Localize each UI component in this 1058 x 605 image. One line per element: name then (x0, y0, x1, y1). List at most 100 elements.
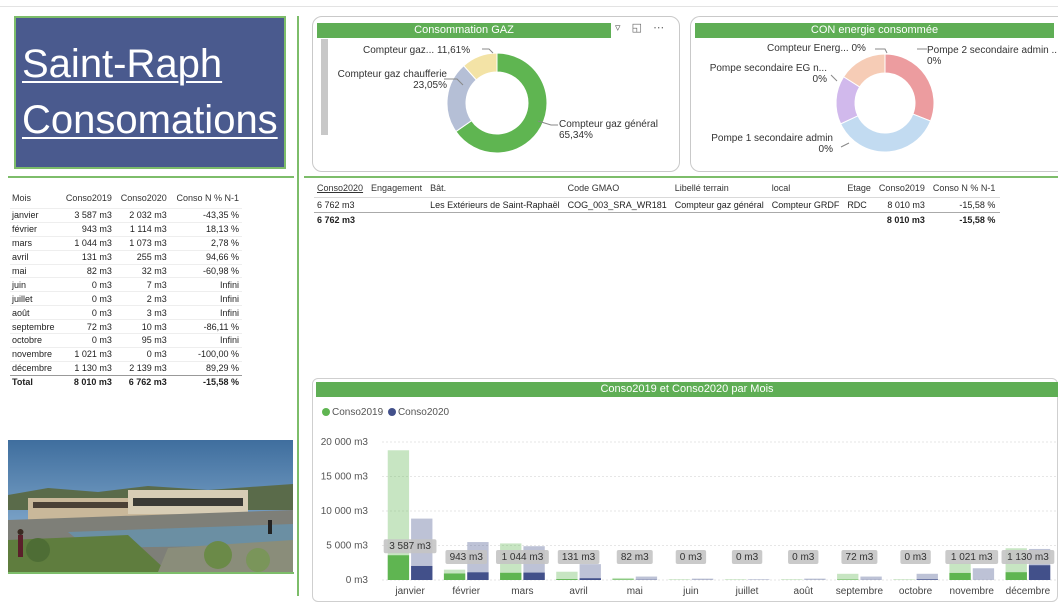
bar-conso2019[interactable] (949, 572, 971, 580)
energie-slice-label-2: Pompe 1 secondaire admin 0% (711, 133, 833, 155)
cell-conso2020: 32 m3 (114, 263, 170, 278)
cell-mois: février (10, 221, 61, 237)
table-row[interactable]: novembre 1 021 m3 0 m3 -100,00 % (10, 346, 242, 362)
bar-conso2020[interactable] (467, 572, 489, 580)
col-header-variation[interactable]: Conso N % N-1 (170, 192, 242, 209)
cell-conso2020: 6 762 m3 (314, 197, 369, 213)
table-row[interactable]: juin 0 m3 7 m3 Infini (10, 277, 242, 292)
total-cell: -15,58 % (169, 374, 242, 389)
y-tick-label: 15 000 m3 (321, 472, 369, 483)
legend-item-conso2020[interactable]: Conso2020 (387, 407, 449, 418)
table-row[interactable]: mai 82 m3 32 m3 -60,98 % (10, 263, 242, 278)
gaz-slice-label-2: Compteur gaz chaufferie 23,05% (337, 69, 447, 91)
cell-variation: 18,13 % (169, 221, 242, 237)
col-header-bat[interactable]: Bât. (427, 182, 565, 198)
cell-variation: Infini (169, 277, 242, 292)
col-header-conso2019[interactable]: Conso2019 (60, 192, 115, 209)
monthly-consumption-table[interactable]: Mois Conso2019 Conso2020 Conso N % N-1 j… (10, 192, 242, 389)
cell-conso2019: 1 021 m3 (60, 346, 115, 362)
bar-conso2020[interactable] (1028, 565, 1051, 580)
cell-conso2020: 1 073 m3 (114, 235, 170, 251)
bar-conso2019[interactable] (387, 555, 410, 580)
table-row[interactable]: janvier 3 587 m3 2 032 m3 -43,35 % (10, 208, 242, 223)
col-header-mois[interactable]: Mois (10, 192, 60, 209)
bar-conso2020[interactable] (411, 565, 433, 580)
col-header-code-gmao[interactable]: Code GMAO (565, 182, 672, 198)
cell-conso2019: 3 587 m3 (60, 208, 115, 223)
cell-conso2019: 943 m3 (60, 221, 115, 237)
col-header-conso2020[interactable]: Conso2020 (115, 192, 170, 209)
cell-conso2019: 0 m3 (60, 305, 115, 320)
data-label: 1 021 m3 (951, 552, 993, 563)
cell-mois: octobre (10, 333, 61, 348)
cell-code-gmao: COG_003_SRA_WR181 (564, 197, 672, 213)
bar-context-conso2019 (724, 579, 747, 580)
x-tick-label: février (452, 586, 480, 597)
data-label: 82 m3 (621, 552, 649, 563)
cell-conso2019: 1 130 m3 (60, 360, 115, 376)
col-header-engagement[interactable]: Engagement (368, 182, 427, 198)
cell-mois: juin (10, 277, 61, 292)
data-label: 72 m3 (846, 552, 874, 563)
bar-conso2020[interactable] (579, 578, 601, 580)
gaz-donut-panel[interactable]: Consommation GAZ ▿ ◱ ⋯ Compteur gaz... 1… (312, 16, 680, 172)
gaz-slice-label-3: Compteur gaz... 11,61% (363, 45, 471, 56)
cell-variation: 2,78 % (169, 235, 242, 251)
col-header-etage[interactable]: Etage (844, 182, 876, 198)
table-row[interactable]: février 943 m3 1 114 m3 18,13 % (10, 221, 242, 237)
y-tick-label: 20 000 m3 (321, 437, 369, 448)
table-row[interactable]: décembre 1 130 m3 2 139 m3 89,29 % (10, 360, 242, 376)
col-header-local[interactable]: local (769, 182, 845, 198)
table-row[interactable]: octobre 0 m3 95 m3 Infini (10, 333, 242, 348)
x-tick-label: septembre (836, 586, 884, 597)
bar-context-conso2020 (972, 568, 995, 580)
total-conso2020: 6 762 m3 (314, 212, 369, 227)
table-row[interactable]: avril 131 m3 255 m3 94,66 % (10, 249, 242, 265)
table-row[interactable]: 6 762 m3 Les Extérieurs de Saint-Raphaël… (314, 197, 1001, 213)
x-tick-label: avril (569, 586, 587, 597)
col-header-variation[interactable]: Conso N % N-1 (930, 182, 1001, 198)
bar-conso2019[interactable] (556, 579, 578, 580)
cell-mois: septembre (10, 319, 61, 334)
table-header-row: Conso2020 Engagement Bât. Code GMAO Libe… (314, 182, 1000, 198)
legend-item-conso2019[interactable]: Conso2019 (322, 407, 383, 418)
bar-conso2019[interactable] (500, 572, 522, 580)
bar-context-conso2019 (668, 579, 690, 580)
cell-bat: Les Extérieurs de Saint-Raphaël (427, 197, 565, 213)
bar-conso2020[interactable] (523, 572, 545, 580)
col-header-libelle-terrain[interactable]: Libellé terrain (672, 182, 769, 198)
details-table[interactable]: Conso2020 Engagement Bât. Code GMAO Libe… (314, 182, 1001, 227)
cell-conso2019: 8 010 m3 (875, 197, 930, 213)
data-label: 131 m3 (562, 552, 596, 563)
y-tick-label: 10 000 m3 (321, 506, 369, 517)
bar-conso2019[interactable] (1005, 572, 1027, 580)
bar-context-conso2019 (556, 571, 578, 580)
data-label: 0 m3 (736, 552, 759, 563)
table-row[interactable]: mars 1 044 m3 1 073 m3 2,78 % (10, 235, 242, 251)
cell-engagement (368, 197, 428, 213)
energie-slice-2[interactable] (839, 113, 932, 153)
col-header-conso2020-sorted[interactable]: Conso2020 (314, 182, 368, 198)
table-row[interactable]: juillet 0 m3 2 m3 Infini (10, 291, 242, 306)
col-header-conso2019[interactable]: Conso2019 (876, 182, 930, 198)
bar-conso2020[interactable] (916, 579, 938, 580)
right-divider (304, 176, 1058, 178)
table-row[interactable]: septembre 72 m3 10 m3 -86,11 % (10, 319, 242, 334)
bar-context-conso2020 (579, 564, 601, 580)
data-label: 3 587 m3 (389, 541, 431, 552)
bar-conso2019[interactable] (612, 579, 634, 580)
cell-mois: avril (10, 249, 61, 265)
cell-variation: Infini (169, 305, 242, 320)
data-label: 943 m3 (450, 552, 484, 563)
cell-etage: RDC (844, 197, 876, 213)
cell-variation: -15,58 % (929, 197, 1001, 213)
x-tick-label: juillet (735, 586, 759, 597)
gaz-donut-chart (444, 48, 558, 154)
site-photo (8, 440, 293, 572)
cell-conso2019: 1 044 m3 (60, 235, 115, 251)
bar-conso2019[interactable] (443, 573, 466, 580)
energie-donut-panel[interactable]: CON energie consommée Compteur Energ... … (690, 16, 1058, 172)
x-tick-label: novembre (950, 586, 995, 597)
total-cell: 6 762 m3 (114, 374, 170, 389)
table-row[interactable]: août 0 m3 3 m3 Infini (10, 305, 242, 320)
